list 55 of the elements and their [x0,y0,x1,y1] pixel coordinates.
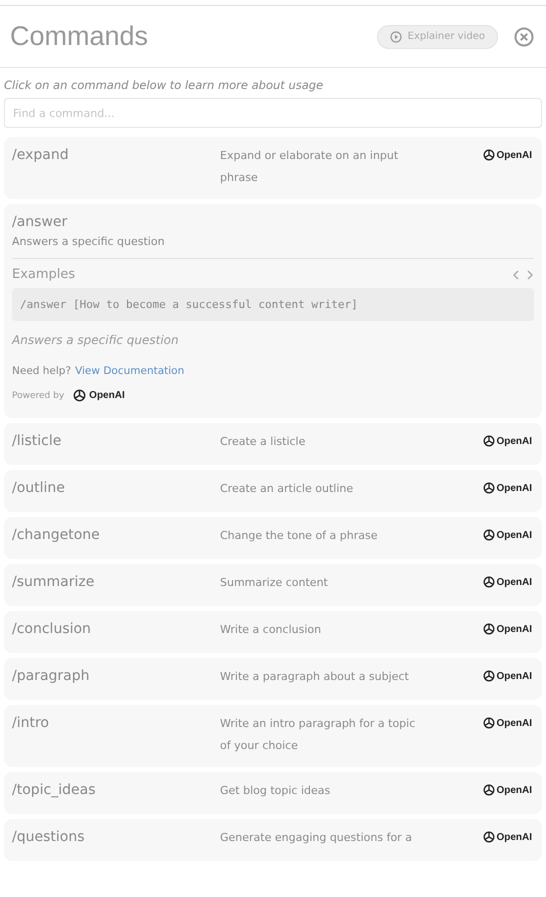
command-name: /questions [12,829,86,845]
provider-name: OpenAI [496,150,532,160]
search-field[interactable]: Find a command... [4,98,542,128]
example-code-block: /answer [How to become a successful content writer] [12,288,534,321]
command-name: /topic_ideas [12,782,97,798]
provider-name: OpenAI [89,390,125,401]
command-description: Create a listicle [220,434,306,450]
close-icon[interactable] [514,26,534,46]
command-row[interactable]: /listicle Create a listicle OpenAI [4,423,542,465]
command-row[interactable]: /intro Write an intro paragraph for a topic of your choice OpenAI [4,705,542,767]
command-name: /changetone [12,527,101,543]
command-name: /outline [12,480,66,496]
command-name: /paragraph [12,668,90,684]
command-description: Summarize content [220,575,329,591]
command-name: /answer [12,214,68,230]
command-name: /listicle [12,433,62,449]
command-row[interactable]: /conclusion Write a conclusion OpenAI [4,611,542,653]
chevron-left-icon[interactable] [512,268,520,280]
help-text: Need help? [12,365,72,377]
provider-name: OpenAI [496,718,532,728]
command-description: Answers a specific question [12,235,166,248]
command-name: /intro [12,715,50,731]
powered-by-text: Powered by [12,390,64,400]
command-description: Expand or elaborate on an input phrase [220,148,400,186]
command-description: Generate engaging questions for a [220,830,413,846]
command-name: /conclusion [12,621,92,637]
command-description: Create an article outline [220,481,354,497]
examples-heading: Examples [12,267,76,282]
provider-name: OpenAI [496,482,532,494]
command-description: Get blog topic ideas [220,783,332,799]
command-description: Write a conclusion [220,622,322,638]
command-description: Write an intro paragraph for a topic of your choice [220,716,416,754]
command-name: /expand [12,147,70,163]
provider-name: OpenAI [496,784,532,796]
example-note: Answers a specific question [12,333,180,347]
panel-title: Commands [10,21,150,52]
command-description: Write a paragraph about a subject [220,669,410,685]
play-icon [390,30,402,42]
provider-name: OpenAI [496,670,532,682]
command-row[interactable]: /changetone Change the tone of a phrase OpenAI [4,517,542,559]
command-row[interactable]: /expand Expand or elaborate on an input phrase OpenAI [4,137,542,199]
chevron-right-icon[interactable] [526,268,534,280]
provider-name: OpenAI [496,436,532,446]
command-row[interactable]: /summarize Summarize content OpenAI [4,564,542,606]
command-row[interactable]: /topic_ideas Get blog topic ideas OpenAI [4,772,542,814]
command-name: /summarize [12,574,96,590]
provider-name: OpenAI [496,576,532,588]
command-row[interactable]: /outline Create an article outline OpenAI [4,470,542,512]
command-row[interactable]: /paragraph Write a paragraph about a subject OpenAI [4,658,542,700]
provider-name: OpenAI [496,624,532,634]
command-row[interactable]: /questions Generate engaging questions for a OpenAI [4,819,542,861]
command-description: Change the tone of a phrase [220,528,378,544]
provider-name: OpenAI [496,530,532,540]
provider-name: OpenAI [496,832,532,842]
instruction-text: Click on an command below to learn more about usage [3,77,324,94]
